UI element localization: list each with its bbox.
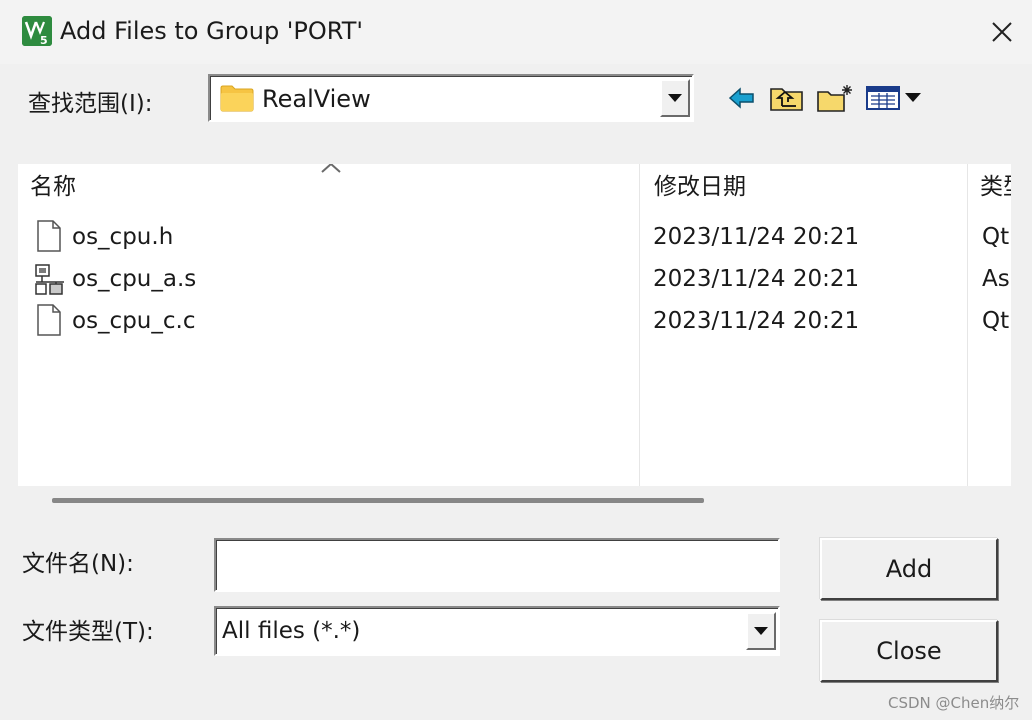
view-menu-icon <box>866 86 921 110</box>
window-title: Add Files to Group 'PORT' <box>60 17 363 45</box>
close-button[interactable]: Close <box>820 620 998 682</box>
sort-ascending-icon <box>320 164 342 179</box>
file-name: os_cpu.h <box>72 224 174 250</box>
folder-icon <box>220 84 254 116</box>
lookin-dropdown[interactable]: RealView <box>208 74 694 122</box>
file-row[interactable]: os_cpu_c.c 2023/11/24 20:21 Qt <box>18 300 1011 342</box>
file-date: 2023/11/24 20:21 <box>653 266 860 292</box>
file-row[interactable]: os_cpu.h 2023/11/24 20:21 Qt <box>18 216 1011 258</box>
document-icon <box>36 304 62 340</box>
title-bar: 5 Add Files to Group 'PORT' <box>0 0 1032 64</box>
lookin-dropdown-button[interactable] <box>660 79 690 117</box>
new-folder-icon <box>817 85 852 112</box>
filetype-dropdown-button[interactable] <box>746 612 776 650</box>
file-row[interactable]: os_cpu_a.s 2023/11/24 20:21 As <box>18 258 1011 300</box>
back-button[interactable] <box>724 80 760 116</box>
chevron-down-icon <box>668 94 682 102</box>
file-type: Qt <box>982 308 1010 334</box>
filename-input[interactable] <box>214 538 780 592</box>
column-header-date[interactable]: 修改日期 <box>654 170 746 204</box>
file-name: os_cpu_a.s <box>72 266 197 292</box>
svg-text:5: 5 <box>40 34 48 46</box>
file-date: 2023/11/24 20:21 <box>653 224 860 250</box>
close-window-button[interactable] <box>976 8 1028 56</box>
file-date: 2023/11/24 20:21 <box>653 308 860 334</box>
filetype-value: All files (*.*) <box>222 618 361 644</box>
back-arrow-icon <box>728 87 754 109</box>
close-icon <box>992 22 1012 42</box>
file-type: As <box>982 266 1010 292</box>
up-one-level-icon <box>770 88 803 111</box>
column-header-type[interactable]: 类型 <box>980 170 1011 204</box>
keil-uvision-icon: 5 <box>22 16 52 47</box>
assembly-file-icon <box>34 264 68 300</box>
lookin-value: RealView <box>262 85 371 113</box>
add-button[interactable]: Add <box>820 538 998 600</box>
view-menu-button[interactable] <box>864 80 924 116</box>
chevron-down-icon <box>754 627 768 635</box>
document-icon <box>36 220 62 256</box>
filename-label: 文件名(N): <box>22 551 134 577</box>
up-one-level-button[interactable] <box>768 80 806 116</box>
lookin-label: 查找范围(I): <box>28 91 153 117</box>
file-name: os_cpu_c.c <box>72 308 196 334</box>
filetype-label: 文件类型(T): <box>22 619 154 645</box>
new-folder-button[interactable] <box>814 80 856 116</box>
file-type: Qt <box>982 224 1010 250</box>
horizontal-scrollbar[interactable] <box>52 498 704 503</box>
watermark: CSDN @Chen纳尔 <box>888 694 1020 712</box>
column-header-name[interactable]: 名称 <box>30 170 76 204</box>
filetype-dropdown[interactable]: All files (*.*) <box>214 606 780 656</box>
file-list[interactable]: 名称 修改日期 类型 os_cpu.h 2023/11/24 20:21 Qt … <box>18 164 1011 486</box>
